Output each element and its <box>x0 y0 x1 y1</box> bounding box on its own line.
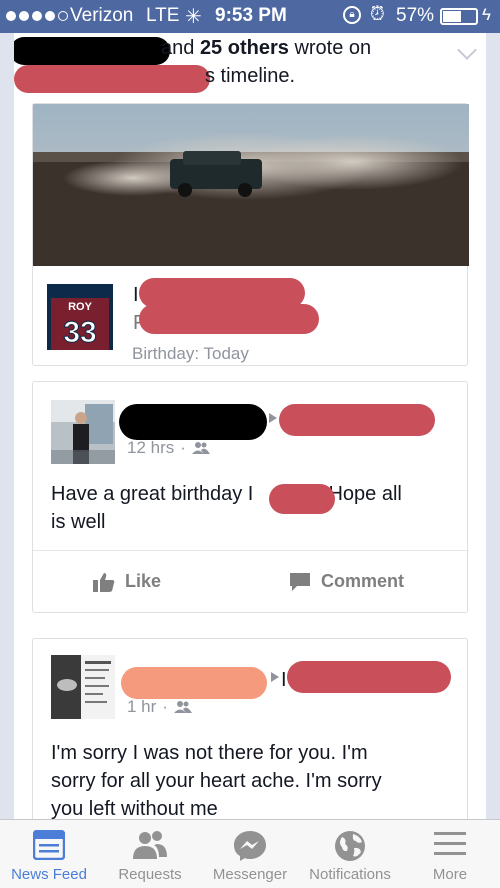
post-text-line1: I'm sorry I was not there for you. I'm <box>51 742 368 764</box>
like-button[interactable]: Like <box>93 571 161 592</box>
status-bar: Verizon LTE ✳ 9:53 PM 🔒︎ ⏰︎ 57% ϟ <box>0 0 500 33</box>
post-meta: 1 hr · <box>127 697 192 717</box>
post-time[interactable]: 12 hrs <box>127 438 174 458</box>
tab-notifications[interactable]: Notifications <box>298 820 402 888</box>
redacted-name <box>139 304 319 334</box>
post-text-line3: you left without me <box>51 798 218 819</box>
birthday-label: Birthday: Today <box>132 344 249 363</box>
jersey-number: 33 <box>63 316 96 349</box>
signal-strength-icon <box>6 11 68 21</box>
redacted-name <box>269 484 335 514</box>
alarm-icon: ⏰︎ <box>370 4 385 25</box>
post-actions: Like Comment <box>33 550 469 614</box>
messenger-icon <box>234 831 266 861</box>
orientation-lock-icon: 🔒︎ <box>343 6 361 24</box>
activity-spinner-icon: ✳ <box>185 6 202 28</box>
news-feed-icon <box>33 830 65 860</box>
menu-icon <box>434 832 466 855</box>
post-text-line2: sorry for all your heart ache. I'm sorry <box>51 770 382 792</box>
birthday-card[interactable]: ROY 33 I F Birthday: Today <box>32 103 469 366</box>
friends-audience-icon <box>173 701 192 713</box>
arrow-right-icon <box>271 672 279 682</box>
tab-news-feed[interactable]: News Feed <box>0 820 98 888</box>
name-initial: I <box>281 669 287 691</box>
chevron-down-icon[interactable] <box>457 40 477 60</box>
story-line-1: and 25 others wrote on <box>161 37 372 59</box>
post-text: Have a great birthday I. Hope all <box>51 483 402 505</box>
story-line-2: s timeline. <box>205 65 296 87</box>
globe-icon <box>335 831 365 861</box>
battery-level <box>443 11 462 22</box>
name-initial: I <box>133 284 139 306</box>
post-text-line2: is well <box>51 511 106 533</box>
like-icon <box>93 572 115 592</box>
comment-button[interactable]: Comment <box>289 571 404 592</box>
jersey-avatar[interactable]: ROY 33 <box>47 284 113 350</box>
charging-icon: ϟ <box>482 5 491 24</box>
clock: 9:53 PM <box>215 5 287 26</box>
network-type: LTE <box>146 5 180 26</box>
comment-icon <box>290 572 310 591</box>
tab-bar: News Feed Requests Messenger Notificatio… <box>0 819 500 888</box>
cover-photo[interactable] <box>33 104 469 266</box>
avatar[interactable] <box>51 400 115 464</box>
tab-messenger[interactable]: Messenger <box>204 820 296 888</box>
carrier-name: Verizon <box>70 5 134 26</box>
news-feed[interactable]: and 25 others wrote on s timeline. ROY 3… <box>14 33 486 819</box>
wall-post[interactable]: I 1 hr · I'm sorry I was not there for y… <box>32 638 468 819</box>
friends-audience-icon <box>191 442 210 454</box>
battery-icon <box>440 8 478 25</box>
redacted-name <box>287 661 451 693</box>
arrow-right-icon <box>269 413 277 423</box>
jersey-name: ROY <box>68 301 93 313</box>
tab-more[interactable]: More <box>404 820 496 888</box>
post-time[interactable]: 1 hr <box>127 697 156 717</box>
friend-requests-icon <box>133 831 167 859</box>
redacted-name <box>119 404 267 440</box>
tab-requests[interactable]: Requests <box>100 820 200 888</box>
avatar[interactable] <box>51 655 115 719</box>
redacted-name <box>279 404 435 436</box>
wall-post[interactable]: 12 hrs · Have a great birthday I. Hope a… <box>32 381 469 614</box>
redacted-name <box>14 65 210 93</box>
post-meta: 12 hrs · <box>127 438 210 458</box>
redacted-name <box>121 667 267 699</box>
redacted-name <box>14 37 170 65</box>
battery-percent: 57% <box>396 5 435 26</box>
